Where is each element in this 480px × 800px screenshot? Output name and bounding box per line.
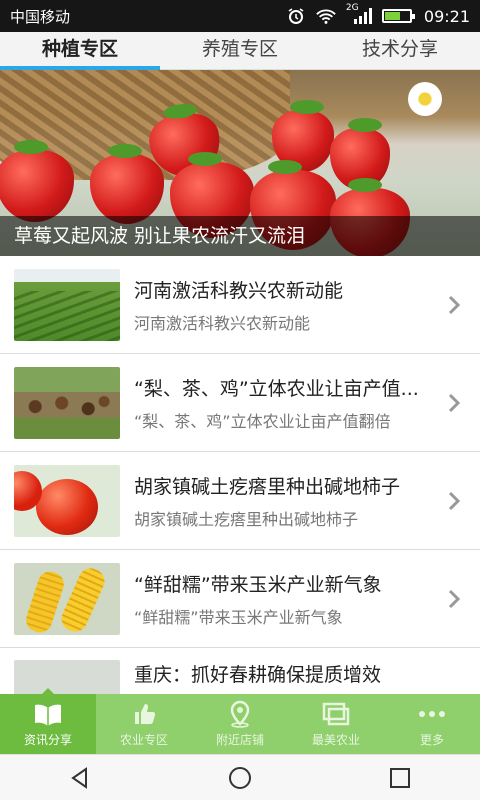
news-thumbnail (14, 562, 120, 635)
thumbs-up-icon (129, 700, 159, 728)
list-item[interactable]: 重庆：抓好春耕确保提质增效 (0, 648, 480, 694)
nav-nearby-shops[interactable]: 附近店铺 (192, 694, 288, 754)
list-item[interactable]: “梨、茶、鸡”立体农业让亩产值... “梨、茶、鸡”立体农业让亩产值翻倍 (0, 354, 480, 452)
tab-tech-sharing[interactable]: 技术分享 (320, 32, 480, 69)
nav-beautiful-agriculture[interactable]: 最美农业 (288, 694, 384, 754)
nav-label: 更多 (419, 733, 444, 747)
category-tabs: 种植专区 养殖专区 技术分享 (0, 32, 480, 70)
news-thumbnail (14, 268, 120, 341)
banner-image-strawberry (0, 140, 74, 222)
home-icon[interactable] (225, 763, 255, 793)
list-item[interactable]: 胡家镇碱土疙瘩里种出碱地柿子 胡家镇碱土疙瘩里种出碱地柿子 (0, 452, 480, 550)
news-title: 重庆：抓好春耕确保提质增效 (134, 664, 382, 686)
signal-icon: 2G (346, 3, 372, 25)
back-icon[interactable] (65, 763, 95, 793)
news-title: 胡家镇碱土疙瘩里种出碱地柿子 (134, 475, 401, 498)
list-item[interactable]: 河南激活科教兴农新动能 河南激活科教兴农新动能 (0, 256, 480, 354)
nav-more[interactable]: 更多 (384, 694, 480, 754)
clock: 09:21 (423, 6, 470, 26)
status-icons: 2G 09:21 (286, 3, 470, 26)
tab-breeding[interactable]: 养殖专区 (160, 32, 320, 69)
banner-image-strawberry (90, 144, 164, 224)
chevron-right-icon (448, 295, 461, 314)
chevron-right-icon (448, 491, 461, 510)
banner-image-flower (408, 82, 442, 116)
news-subtitle: 胡家镇碱土疙瘩里种出碱地柿子 (134, 509, 359, 529)
news-title: “梨、茶、鸡”立体农业让亩产值... (134, 377, 419, 400)
recents-icon[interactable] (385, 763, 415, 793)
more-dots-icon (417, 700, 447, 728)
news-thumbnail (14, 464, 120, 537)
network-type: 2G (345, 3, 359, 13)
book-icon (33, 700, 63, 728)
nav-info-share[interactable]: 资讯分享 (0, 688, 96, 754)
status-bar: 中国移动 2G 09:21 (0, 0, 480, 32)
nav-agriculture-zone[interactable]: 农业专区 (96, 694, 192, 754)
news-subtitle: “梨、茶、鸡”立体农业让亩产值翻倍 (134, 411, 391, 431)
nav-label: 最美农业 (311, 733, 360, 747)
news-title: “鲜甜糯”带来玉米产业新气象 (134, 573, 382, 596)
system-navigation-bar (0, 754, 480, 800)
news-thumbnail (14, 366, 120, 439)
alarm-icon (286, 7, 306, 25)
chevron-right-icon (448, 589, 461, 608)
banner-carousel[interactable]: 草莓又起风波 别让果农流汗又流泪 (0, 70, 480, 256)
wifi-icon (316, 7, 336, 25)
banner-caption: 草莓又起风波 别让果农流汗又流泪 (0, 216, 480, 256)
list-item[interactable]: “鲜甜糯”带来玉米产业新气象 “鲜甜糯”带来玉米产业新气象 (0, 550, 480, 648)
nav-label: 附近店铺 (215, 733, 264, 747)
bottom-navigation: 资讯分享 农业专区 附近店铺 最美农业 更多 (0, 688, 480, 754)
location-pin-icon (225, 700, 255, 728)
news-subtitle: “鲜甜糯”带来玉米产业新气象 (134, 607, 343, 627)
news-thumbnail (14, 660, 120, 694)
nav-label: 农业专区 (119, 733, 168, 747)
news-list: 河南激活科教兴农新动能 河南激活科教兴农新动能 “梨、茶、鸡”立体农业让亩产值.… (0, 256, 480, 694)
news-title: 河南激活科教兴农新动能 (134, 279, 344, 302)
chevron-right-icon (448, 393, 461, 412)
nav-label: 资讯分享 (23, 733, 72, 747)
windows-icon (321, 700, 351, 728)
tab-planting[interactable]: 种植专区 (0, 32, 160, 70)
carrier-name: 中国移动 (10, 7, 71, 26)
battery-icon (381, 9, 415, 23)
news-subtitle: 河南激活科教兴农新动能 (134, 313, 311, 333)
